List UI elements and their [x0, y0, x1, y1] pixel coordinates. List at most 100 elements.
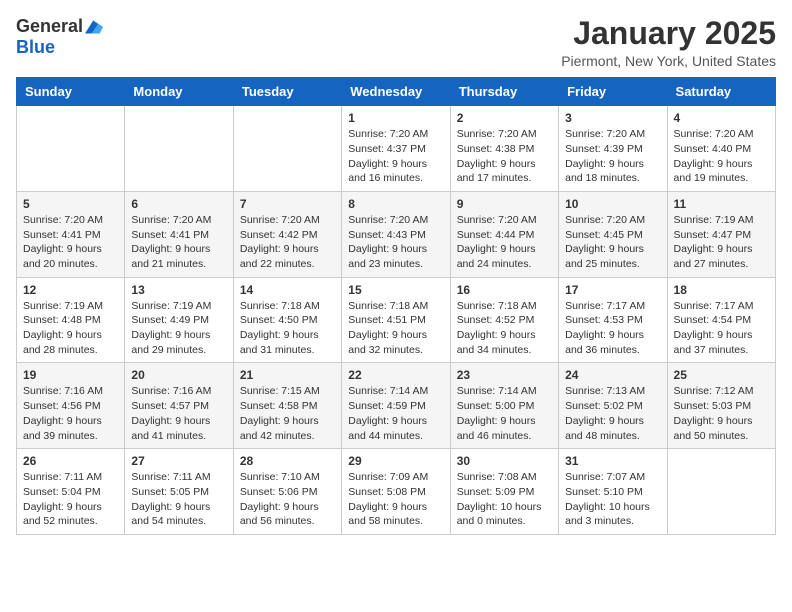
calendar-cell: 16Sunrise: 7:18 AM Sunset: 4:52 PM Dayli…	[450, 277, 558, 363]
day-number: 26	[23, 454, 118, 468]
calendar-header-tuesday: Tuesday	[233, 78, 341, 106]
day-number: 8	[348, 197, 443, 211]
calendar-week-row: 1Sunrise: 7:20 AM Sunset: 4:37 PM Daylig…	[17, 106, 776, 192]
logo-general: General	[16, 16, 83, 37]
day-info: Sunrise: 7:20 AM Sunset: 4:44 PM Dayligh…	[457, 213, 552, 272]
day-info: Sunrise: 7:11 AM Sunset: 5:05 PM Dayligh…	[131, 470, 226, 529]
calendar-cell: 6 Sunrise: 7:20 AM Sunset: 4:41 PM Daylig…	[125, 191, 233, 277]
day-number: 1	[348, 111, 443, 125]
calendar-cell: 8 Sunrise: 7:20 AM Sunset: 4:43 PM Daylig…	[342, 191, 450, 277]
day-info: Sunrise: 7:09 AM Sunset: 5:08 PM Dayligh…	[348, 470, 443, 529]
day-number: 17	[565, 283, 660, 297]
day-info: Sunrise: 7:18 AM Sunset: 4:52 PM Dayligh…	[457, 299, 552, 358]
calendar-cell: 13 Sunrise: 7:19 AM Sunset: 4:49 PM Dayli…	[125, 277, 233, 363]
calendar-cell: 3 Sunrise: 7:20 AM Sunset: 4:39 PM Daylig…	[559, 106, 667, 192]
calendar-cell: 10 Sunrise: 7:20 AM Sunset: 4:45 PM Dayli…	[559, 191, 667, 277]
calendar-cell: 1Sunrise: 7:20 AM Sunset: 4:37 PM Daylig…	[342, 106, 450, 192]
day-info: Sunrise: 7:12 AM Sunset: 5:03 PM Dayligh…	[674, 384, 769, 443]
day-number: 6	[131, 197, 226, 211]
day-info: Sunrise: 7:20 AM Sunset: 4:39 PM Dayligh…	[565, 127, 660, 186]
day-info: Sunrise: 7:17 AM Sunset: 4:53 PM Dayligh…	[565, 299, 660, 358]
day-info: Sunrise: 7:16 AM Sunset: 4:56 PM Dayligh…	[23, 384, 118, 443]
day-info: Sunrise: 7:19 AM Sunset: 4:49 PM Dayligh…	[131, 299, 226, 358]
day-number: 25	[674, 368, 769, 382]
day-number: 28	[240, 454, 335, 468]
calendar-cell	[125, 106, 233, 192]
day-info: Sunrise: 7:20 AM Sunset: 4:45 PM Dayligh…	[565, 213, 660, 272]
day-number: 27	[131, 454, 226, 468]
calendar-cell: 30 Sunrise: 7:08 AM Sunset: 5:09 PM Dayli…	[450, 449, 558, 535]
calendar-cell: 20 Sunrise: 7:16 AM Sunset: 4:57 PM Dayli…	[125, 363, 233, 449]
day-info: Sunrise: 7:20 AM Sunset: 4:43 PM Dayligh…	[348, 213, 443, 272]
calendar-cell	[667, 449, 775, 535]
calendar-cell: 14Sunrise: 7:18 AM Sunset: 4:50 PM Dayli…	[233, 277, 341, 363]
page-title: January 2025	[561, 16, 776, 51]
day-number: 9	[457, 197, 552, 211]
calendar-cell: 31 Sunrise: 7:07 AM Sunset: 5:10 PM Dayli…	[559, 449, 667, 535]
day-number: 31	[565, 454, 660, 468]
calendar-cell: 29 Sunrise: 7:09 AM Sunset: 5:08 PM Dayli…	[342, 449, 450, 535]
day-info: Sunrise: 7:13 AM Sunset: 5:02 PM Dayligh…	[565, 384, 660, 443]
day-number: 3	[565, 111, 660, 125]
calendar-cell: 25 Sunrise: 7:12 AM Sunset: 5:03 PM Dayli…	[667, 363, 775, 449]
day-number: 5	[23, 197, 118, 211]
day-number: 7	[240, 197, 335, 211]
calendar-header-row: SundayMondayTuesdayWednesdayThursdayFrid…	[17, 78, 776, 106]
calendar-header-friday: Friday	[559, 78, 667, 106]
calendar-cell: 28Sunrise: 7:10 AM Sunset: 5:06 PM Dayli…	[233, 449, 341, 535]
calendar-week-row: 19 Sunrise: 7:16 AM Sunset: 4:56 PM Dayli…	[17, 363, 776, 449]
day-info: Sunrise: 7:20 AM Sunset: 4:41 PM Dayligh…	[131, 213, 226, 272]
day-info: Sunrise: 7:07 AM Sunset: 5:10 PM Dayligh…	[565, 470, 660, 529]
calendar-table: SundayMondayTuesdayWednesdayThursdayFrid…	[16, 77, 776, 535]
day-number: 19	[23, 368, 118, 382]
calendar-cell: 27 Sunrise: 7:11 AM Sunset: 5:05 PM Dayli…	[125, 449, 233, 535]
calendar-cell: 15 Sunrise: 7:18 AM Sunset: 4:51 PM Dayli…	[342, 277, 450, 363]
day-info: Sunrise: 7:20 AM Sunset: 4:41 PM Dayligh…	[23, 213, 118, 272]
calendar-cell: 2 Sunrise: 7:20 AM Sunset: 4:38 PM Daylig…	[450, 106, 558, 192]
day-info: Sunrise: 7:18 AM Sunset: 4:51 PM Dayligh…	[348, 299, 443, 358]
calendar-cell: 17 Sunrise: 7:17 AM Sunset: 4:53 PM Dayli…	[559, 277, 667, 363]
day-info: Sunrise: 7:14 AM Sunset: 5:00 PM Dayligh…	[457, 384, 552, 443]
day-info: Sunrise: 7:20 AM Sunset: 4:38 PM Dayligh…	[457, 127, 552, 186]
calendar-header-thursday: Thursday	[450, 78, 558, 106]
calendar-cell: 9 Sunrise: 7:20 AM Sunset: 4:44 PM Daylig…	[450, 191, 558, 277]
day-info: Sunrise: 7:20 AM Sunset: 4:42 PM Dayligh…	[240, 213, 335, 272]
calendar-header-wednesday: Wednesday	[342, 78, 450, 106]
day-info: Sunrise: 7:08 AM Sunset: 5:09 PM Dayligh…	[457, 470, 552, 529]
calendar-cell: 7 Sunrise: 7:20 AM Sunset: 4:42 PM Daylig…	[233, 191, 341, 277]
day-number: 2	[457, 111, 552, 125]
day-number: 29	[348, 454, 443, 468]
day-info: Sunrise: 7:19 AM Sunset: 4:48 PM Dayligh…	[23, 299, 118, 358]
day-number: 24	[565, 368, 660, 382]
calendar-cell: 22Sunrise: 7:14 AM Sunset: 4:59 PM Dayli…	[342, 363, 450, 449]
day-number: 23	[457, 368, 552, 382]
day-number: 30	[457, 454, 552, 468]
calendar-cell: 5 Sunrise: 7:20 AM Sunset: 4:41 PM Daylig…	[17, 191, 125, 277]
day-number: 13	[131, 283, 226, 297]
calendar-cell: 26 Sunrise: 7:11 AM Sunset: 5:04 PM Dayli…	[17, 449, 125, 535]
title-block: January 2025 Piermont, New York, United …	[561, 16, 776, 69]
calendar-week-row: 12 Sunrise: 7:19 AM Sunset: 4:48 PM Dayli…	[17, 277, 776, 363]
day-number: 21	[240, 368, 335, 382]
day-number: 11	[674, 197, 769, 211]
day-info: Sunrise: 7:16 AM Sunset: 4:57 PM Dayligh…	[131, 384, 226, 443]
calendar-cell: 19 Sunrise: 7:16 AM Sunset: 4:56 PM Dayli…	[17, 363, 125, 449]
logo-blue: Blue	[16, 37, 55, 58]
calendar-header-sunday: Sunday	[17, 78, 125, 106]
day-number: 15	[348, 283, 443, 297]
calendar-cell: 18Sunrise: 7:17 AM Sunset: 4:54 PM Dayli…	[667, 277, 775, 363]
calendar-header-monday: Monday	[125, 78, 233, 106]
day-number: 18	[674, 283, 769, 297]
day-number: 10	[565, 197, 660, 211]
calendar-header-saturday: Saturday	[667, 78, 775, 106]
day-number: 14	[240, 283, 335, 297]
day-info: Sunrise: 7:20 AM Sunset: 4:40 PM Dayligh…	[674, 127, 769, 186]
day-number: 12	[23, 283, 118, 297]
day-number: 20	[131, 368, 226, 382]
calendar-cell: 21Sunrise: 7:15 AM Sunset: 4:58 PM Dayli…	[233, 363, 341, 449]
calendar-cell	[17, 106, 125, 192]
day-info: Sunrise: 7:14 AM Sunset: 4:59 PM Dayligh…	[348, 384, 443, 443]
calendar-cell: 11Sunrise: 7:19 AM Sunset: 4:47 PM Dayli…	[667, 191, 775, 277]
logo-icon	[85, 20, 103, 34]
day-info: Sunrise: 7:11 AM Sunset: 5:04 PM Dayligh…	[23, 470, 118, 529]
